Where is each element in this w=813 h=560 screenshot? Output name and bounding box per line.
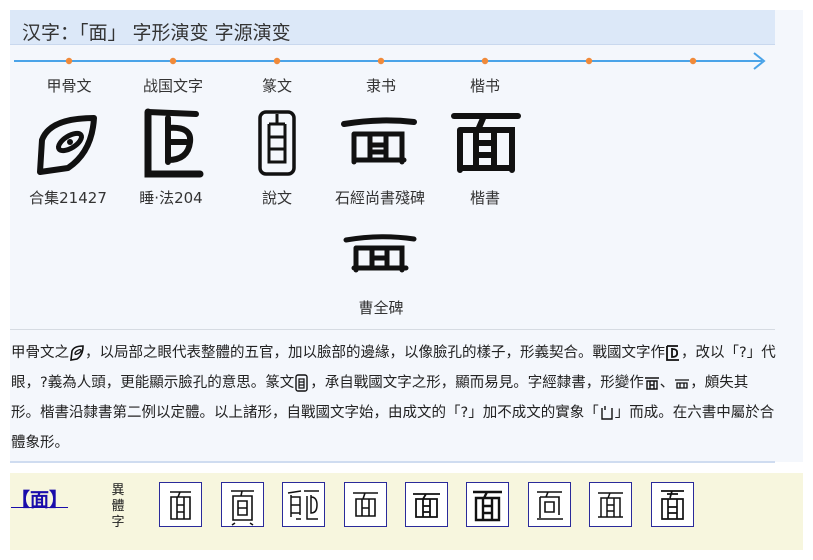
- stage-warring-states: 战国文字: [142, 77, 203, 95]
- caption-cao-quan: 曹全碑: [358, 299, 404, 317]
- variant-glyph-1[interactable]: [159, 482, 202, 527]
- seal-script-glyph[interactable]: [255, 108, 299, 178]
- stage-oracle-bone: 甲骨文: [46, 77, 92, 95]
- stage-regular-script: 楷书: [469, 77, 500, 95]
- variant-glyph-4[interactable]: [344, 482, 387, 527]
- inline-clerical-glyph-2: [674, 374, 690, 392]
- section-divider: [10, 329, 775, 330]
- etymology-description: 甲骨文之 ，以局部之眼代表整體的五官，加以臉部的邊緣，以像臉孔的樣子，形義契合。戰…: [11, 344, 776, 451]
- stage-seal-script: 篆文: [261, 77, 292, 95]
- variant-glyph-7[interactable]: [528, 482, 571, 527]
- evolution-timeline: [14, 52, 766, 70]
- inline-clerical-glyph-1: [644, 374, 660, 392]
- inline-warring-glyph: [665, 344, 681, 362]
- variant-forms-bar: 【面】 異體字: [10, 473, 803, 550]
- warring-states-glyph[interactable]: [138, 104, 208, 182]
- inline-seal-glyph: [294, 374, 310, 392]
- variant-glyph-2[interactable]: [221, 482, 264, 527]
- regular-script-glyph[interactable]: [450, 108, 522, 176]
- variant-glyph-9[interactable]: [651, 482, 694, 527]
- caption-kaishu: 楷書: [469, 189, 500, 207]
- stage-clerical-script: 隶书: [365, 77, 396, 95]
- variant-label: 異體字: [111, 483, 125, 530]
- char-link-mian[interactable]: 【面】: [11, 485, 68, 512]
- section-rule: [10, 461, 775, 463]
- cao-quan-stele-glyph[interactable]: [342, 232, 418, 276]
- oracle-bone-glyph[interactable]: [30, 110, 102, 182]
- variant-glyph-6[interactable]: [466, 482, 509, 527]
- inline-oracle-glyph: [69, 344, 85, 362]
- clerical-script-glyph[interactable]: [340, 114, 418, 170]
- variant-glyph-5[interactable]: [405, 482, 448, 527]
- inline-face-outline-glyph: [599, 404, 615, 422]
- variant-glyph-8[interactable]: [589, 482, 632, 527]
- variant-glyph-3[interactable]: [282, 482, 325, 527]
